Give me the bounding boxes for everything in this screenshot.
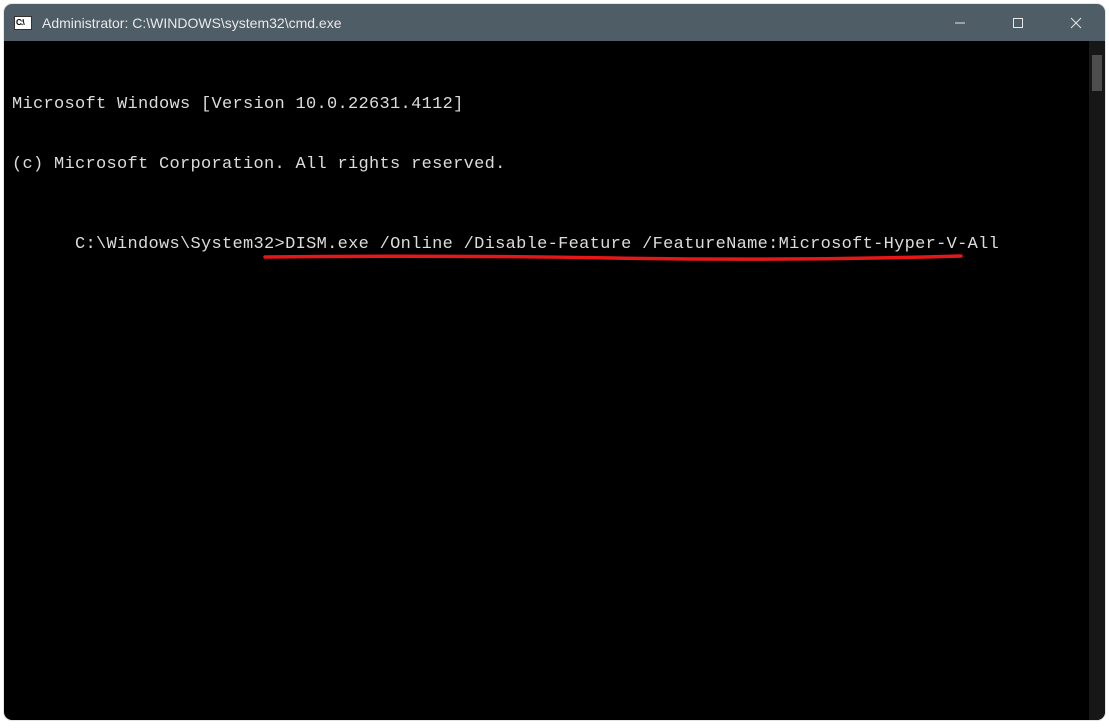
minimize-button[interactable] (931, 4, 989, 41)
close-icon (1070, 17, 1082, 29)
maximize-button[interactable] (989, 4, 1047, 41)
titlebar[interactable]: C:\ Administrator: C:\WINDOWS\system32\c… (4, 4, 1105, 41)
close-button[interactable] (1047, 4, 1105, 41)
terminal-area[interactable]: Microsoft Windows [Version 10.0.22631.41… (4, 41, 1105, 720)
command-prompt-window: C:\ Administrator: C:\WINDOWS\system32\c… (4, 4, 1105, 720)
terminal-content[interactable]: Microsoft Windows [Version 10.0.22631.41… (4, 41, 1089, 720)
minimize-icon (954, 17, 966, 29)
window-title: Administrator: C:\WINDOWS\system32\cmd.e… (42, 15, 931, 31)
scrollbar-track[interactable] (1089, 41, 1105, 720)
terminal-output-line: (c) Microsoft Corporation. All rights re… (12, 155, 1081, 175)
terminal-command: DISM.exe /Online /Disable-Feature /Featu… (285, 235, 999, 254)
scrollbar-thumb[interactable] (1092, 55, 1102, 91)
terminal-prompt-line: C:\Windows\System32>DISM.exe /Online /Di… (75, 235, 999, 295)
cmd-icon: C:\ (14, 16, 32, 30)
annotation-underline (263, 253, 973, 263)
terminal-output-line: Microsoft Windows [Version 10.0.22631.41… (12, 95, 1081, 115)
terminal-prompt: C:\Windows\System32> (75, 235, 285, 254)
maximize-icon (1012, 17, 1024, 29)
window-controls (931, 4, 1105, 41)
